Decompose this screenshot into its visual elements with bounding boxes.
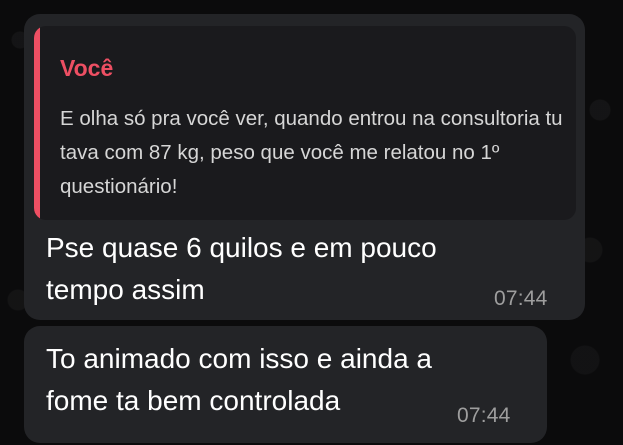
incoming-message-bubble[interactable]: To animado com isso e ainda a fome ta be… [24,326,547,443]
message-text: To animado com isso e ainda a fome ta be… [46,343,432,416]
message-timestamp: 07:44 [457,404,511,427]
quoted-reply[interactable]: Você E olha só pra você ver, quando entr… [34,26,576,220]
quoted-author: Você [60,55,114,81]
message-text: Pse quase 6 quilos e em pouco tempo assi… [46,232,437,305]
quoted-message-text: E olha só pra você ver, quando entrou na… [60,107,563,198]
message-timestamp: 07:44 [494,287,548,310]
incoming-message-bubble[interactable]: Você E olha só pra você ver, quando entr… [24,14,585,320]
quote-accent-bar [34,26,40,220]
